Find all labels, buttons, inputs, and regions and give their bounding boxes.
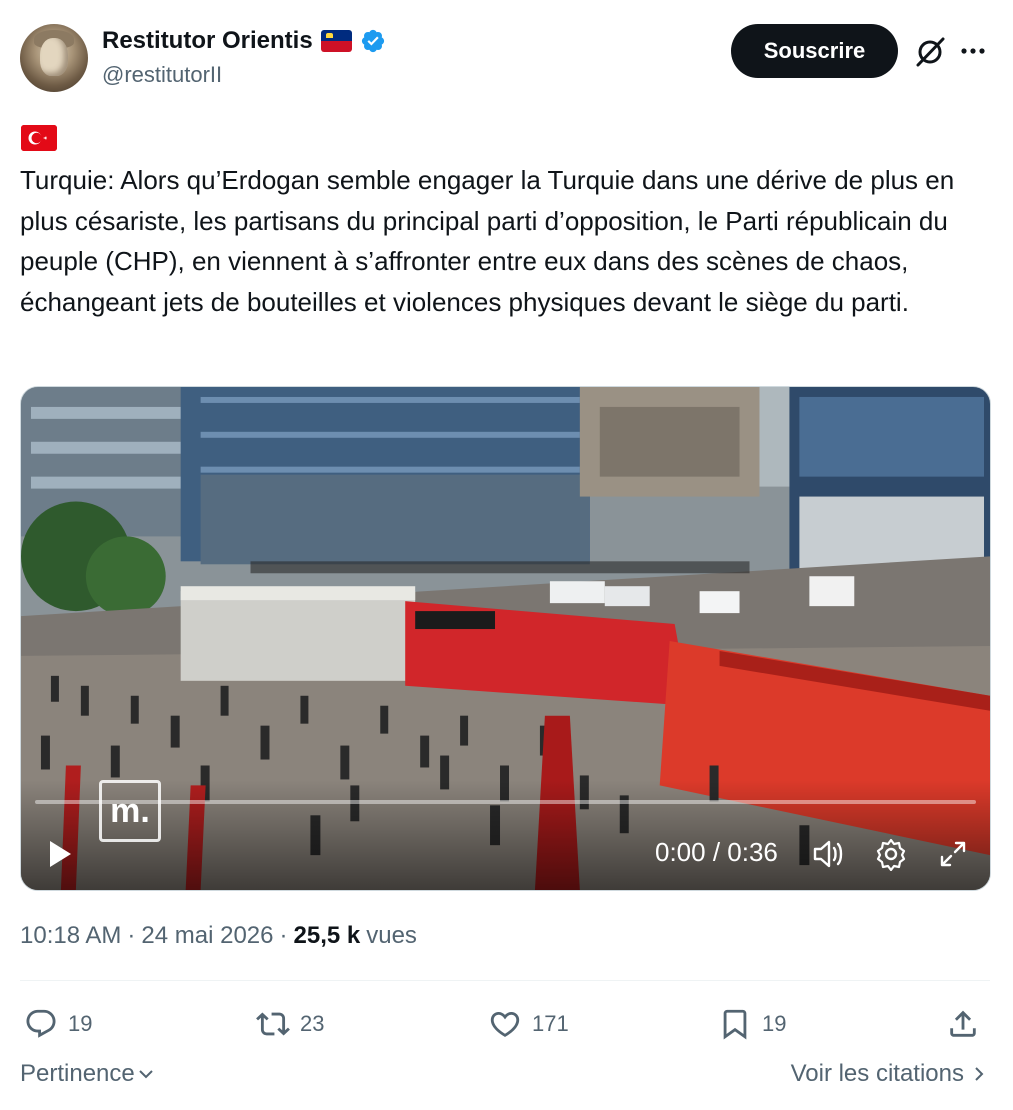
- reply-button[interactable]: 19: [24, 1000, 92, 1048]
- tweet-time[interactable]: 10:18 AM: [20, 922, 121, 950]
- reply-icon: [26, 1009, 56, 1038]
- replies-header: Pertinence Voir les citations: [20, 1060, 990, 1096]
- settings-gear-icon[interactable]: [874, 837, 908, 871]
- meta-separator: ·: [279, 922, 288, 949]
- action-bar: 19 23 171 19: [20, 1000, 990, 1048]
- bookmark-button[interactable]: 19: [718, 1000, 786, 1048]
- turkey-flag-icon: [21, 125, 57, 151]
- avatar-face: [40, 38, 68, 76]
- repost-button[interactable]: 23: [256, 1000, 324, 1048]
- handle[interactable]: @restitutorII: [102, 62, 222, 88]
- more-icon[interactable]: [958, 36, 988, 66]
- sort-label: Pertinence: [20, 1060, 135, 1087]
- chevron-down-icon: [139, 1070, 153, 1079]
- chevron-right-icon: [975, 1067, 984, 1081]
- tweet-header: Restitutor Orientis @restitutorII Souscr…: [20, 24, 992, 94]
- video-controls-overlay: [21, 780, 990, 890]
- like-button[interactable]: 171: [488, 1000, 569, 1048]
- heart-icon: [490, 1011, 520, 1037]
- views-count: 25,5 k: [293, 922, 361, 949]
- quotes-label: Voir les citations: [790, 1060, 964, 1087]
- play-icon[interactable]: [47, 839, 73, 869]
- video-player[interactable]: m. 0:00 / 0:36: [20, 386, 991, 891]
- share-button[interactable]: [946, 1000, 980, 1048]
- share-icon: [950, 1010, 976, 1037]
- reply-count: 19: [68, 1011, 93, 1036]
- sort-dropdown[interactable]: Pertinence: [20, 1060, 155, 1088]
- subscribe-button[interactable]: Souscrire: [731, 24, 898, 78]
- meta-separator: ·: [127, 922, 136, 949]
- liechtenstein-flag-icon: [320, 30, 352, 52]
- verified-badge-icon[interactable]: [360, 28, 386, 54]
- grok-icon[interactable]: [914, 36, 946, 68]
- video-progress-bar[interactable]: [35, 800, 976, 804]
- tweet-text: Turquie: Alors qu’Erdogan semble engager…: [20, 165, 955, 317]
- display-name[interactable]: Restitutor Orientis: [102, 26, 313, 56]
- divider: [20, 980, 990, 981]
- bookmark-count: 19: [762, 1011, 787, 1036]
- avatar[interactable]: [20, 24, 88, 92]
- tweet-meta: 10:18 AM · 24 mai 2026 · 25,5 k vues: [20, 922, 417, 950]
- fullscreen-icon[interactable]: [938, 839, 968, 869]
- view-quotes-link[interactable]: Voir les citations: [791, 1060, 986, 1088]
- video-watermark: m.: [99, 780, 161, 842]
- name-row: Restitutor Orientis: [102, 26, 386, 56]
- repost-count: 23: [300, 1011, 325, 1036]
- volume-icon[interactable]: [811, 837, 845, 871]
- views-label: vues: [366, 922, 417, 949]
- tweet-date[interactable]: 24 mai 2026: [141, 922, 273, 950]
- like-count: 171: [532, 1011, 569, 1036]
- repost-icon: [256, 1012, 290, 1036]
- bookmark-icon: [723, 1009, 747, 1040]
- video-timecode: 0:00 / 0:36: [655, 837, 778, 867]
